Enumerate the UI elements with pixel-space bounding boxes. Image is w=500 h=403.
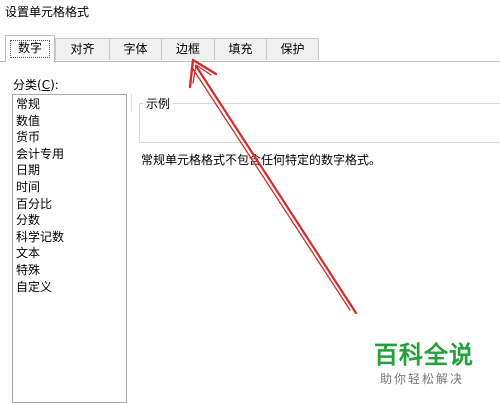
category-label-accesskey: C: [41, 78, 51, 92]
tab-protection-label: 保护: [280, 42, 305, 56]
dialog-title: 设置单元格格式: [5, 5, 90, 19]
tab-font[interactable]: 字体: [109, 38, 162, 60]
watermark-logo: 百科全说 助你轻松解决: [374, 340, 494, 400]
arrow-head: [188, 58, 218, 89]
tab-border-label: 边框: [175, 42, 200, 56]
tab-number[interactable]: 数字: [5, 35, 55, 62]
category-item-date[interactable]: 日期: [13, 162, 126, 179]
category-label: 分类(C):: [13, 76, 59, 93]
listbox-scroll-edge: [131, 94, 132, 112]
category-listbox[interactable]: 常规 数值 货币 会计专用 日期 时间 百分比 分数 科学记数 文本 特殊 自定…: [12, 94, 127, 403]
format-description: 常规单元格格式不包含任何特定的数字格式。: [141, 153, 382, 167]
focus-rectangle: [10, 40, 50, 58]
category-item-percentage[interactable]: 百分比: [13, 196, 126, 213]
watermark-slogan: 助你轻松解决: [380, 372, 465, 386]
category-item-number[interactable]: 数值: [13, 113, 126, 130]
category-item-scientific[interactable]: 科学记数: [13, 229, 126, 246]
category-item-currency[interactable]: 货币: [13, 129, 126, 146]
category-item-text[interactable]: 文本: [13, 245, 126, 262]
category-item-time[interactable]: 时间: [13, 179, 126, 196]
category-item-custom[interactable]: 自定义: [13, 279, 126, 296]
tab-font-label: 字体: [123, 42, 148, 56]
category-item-fraction[interactable]: 分数: [13, 212, 126, 229]
sample-group-box: [139, 103, 500, 143]
tab-protection[interactable]: 保护: [266, 38, 319, 60]
watermark-name: 百科全说: [374, 341, 474, 369]
category-label-suffix: ):: [50, 78, 59, 92]
category-item-special[interactable]: 特殊: [13, 262, 126, 279]
tab-alignment[interactable]: 对齐: [55, 38, 110, 60]
format-cells-dialog: 设置单元格格式 数字 对齐 字体 边框 填充 保护 分类(C): 常规 数值 货…: [0, 0, 500, 403]
category-label-text: 分类(: [13, 78, 42, 92]
tab-fill[interactable]: 填充: [214, 38, 267, 60]
category-item-general[interactable]: 常规: [13, 96, 126, 113]
sample-group-label: 示例: [143, 95, 174, 112]
tab-strip: 数字 对齐 字体 边框 填充 保护: [0, 33, 500, 62]
tab-fill-label: 填充: [228, 42, 253, 56]
tab-alignment-label: 对齐: [70, 42, 95, 56]
category-item-accounting[interactable]: 会计专用: [13, 146, 126, 163]
tab-border[interactable]: 边框: [161, 38, 215, 60]
tab-panel-border: [0, 61, 500, 62]
